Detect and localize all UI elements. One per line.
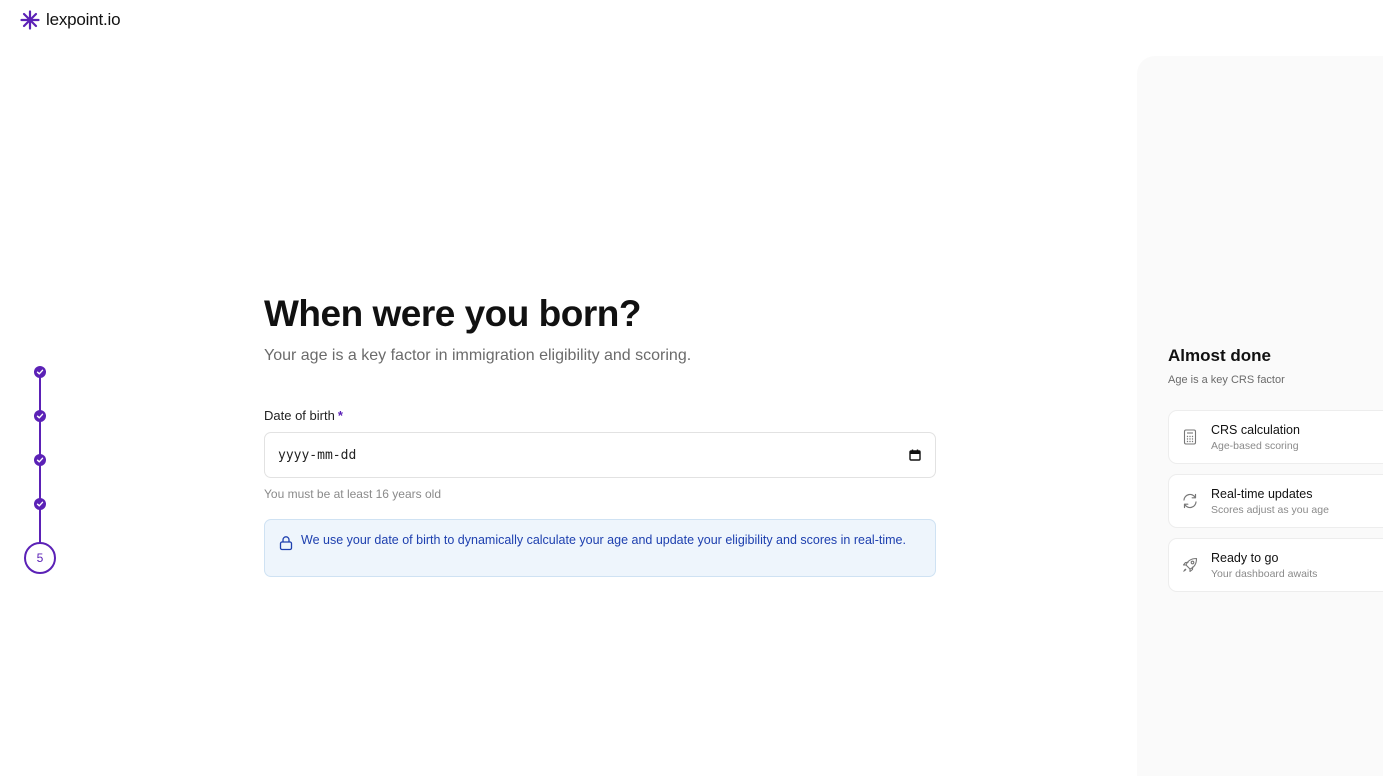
date-of-birth-input[interactable]: yyyy-mm-dd [264,432,936,478]
step-1-complete[interactable] [34,366,46,378]
check-icon [36,369,44,375]
step-2-complete[interactable] [34,410,46,422]
check-icon [36,501,44,507]
step-current[interactable]: 5 [24,542,56,574]
page: lexpoint.io 5 When were you born? Your a… [0,0,1383,776]
step-4-complete[interactable] [34,498,46,510]
page-subtitle: Your age is a key factor in immigration … [264,347,692,364]
calculator-icon [1183,429,1197,445]
check-icon [36,413,44,419]
privacy-info-box: We use your date of birth to dynamically… [264,519,936,577]
calendar-icon[interactable] [908,448,922,462]
side-panel-subtitle: Age is a key CRS factor [1168,374,1285,386]
card-subtitle: Scores adjust as you age [1211,503,1329,516]
card-subtitle: Age-based scoring [1211,439,1299,452]
card-title: Real-time updates [1211,486,1313,501]
required-marker: * [337,408,343,423]
page-title: When were you born? [264,293,641,334]
card-title: Ready to go [1211,550,1279,565]
refresh-icon [1183,493,1197,509]
rocket-icon [1182,557,1198,573]
summary-side-panel: Almost done Age is a key CRS factor CRS … [1137,56,1383,776]
field-label-text: Date of birth [264,408,335,423]
feature-card-realtime: Real-time updates Scores adjust as you a… [1168,474,1383,528]
feature-card-crs: CRS calculation Age-based scoring [1168,410,1383,464]
age-hint: You must be at least 16 years old [264,487,441,501]
date-of-birth-label: Date of birth * [264,408,936,424]
card-subtitle: Your dashboard awaits [1211,567,1318,580]
lock-icon [279,536,293,551]
progress-stepper: 5 [0,0,80,776]
birth-date-form: When were you born? Your age is a key fa… [264,292,936,577]
card-title: CRS calculation [1211,422,1300,437]
feature-card-ready: Ready to go Your dashboard awaits [1168,538,1383,592]
check-icon [36,457,44,463]
side-panel-title: Almost done [1168,346,1271,365]
date-placeholder: yyyy-mm-dd [278,447,357,463]
step-3-complete[interactable] [34,454,46,466]
privacy-info-text: We use your date of birth to dynamically… [301,533,906,547]
